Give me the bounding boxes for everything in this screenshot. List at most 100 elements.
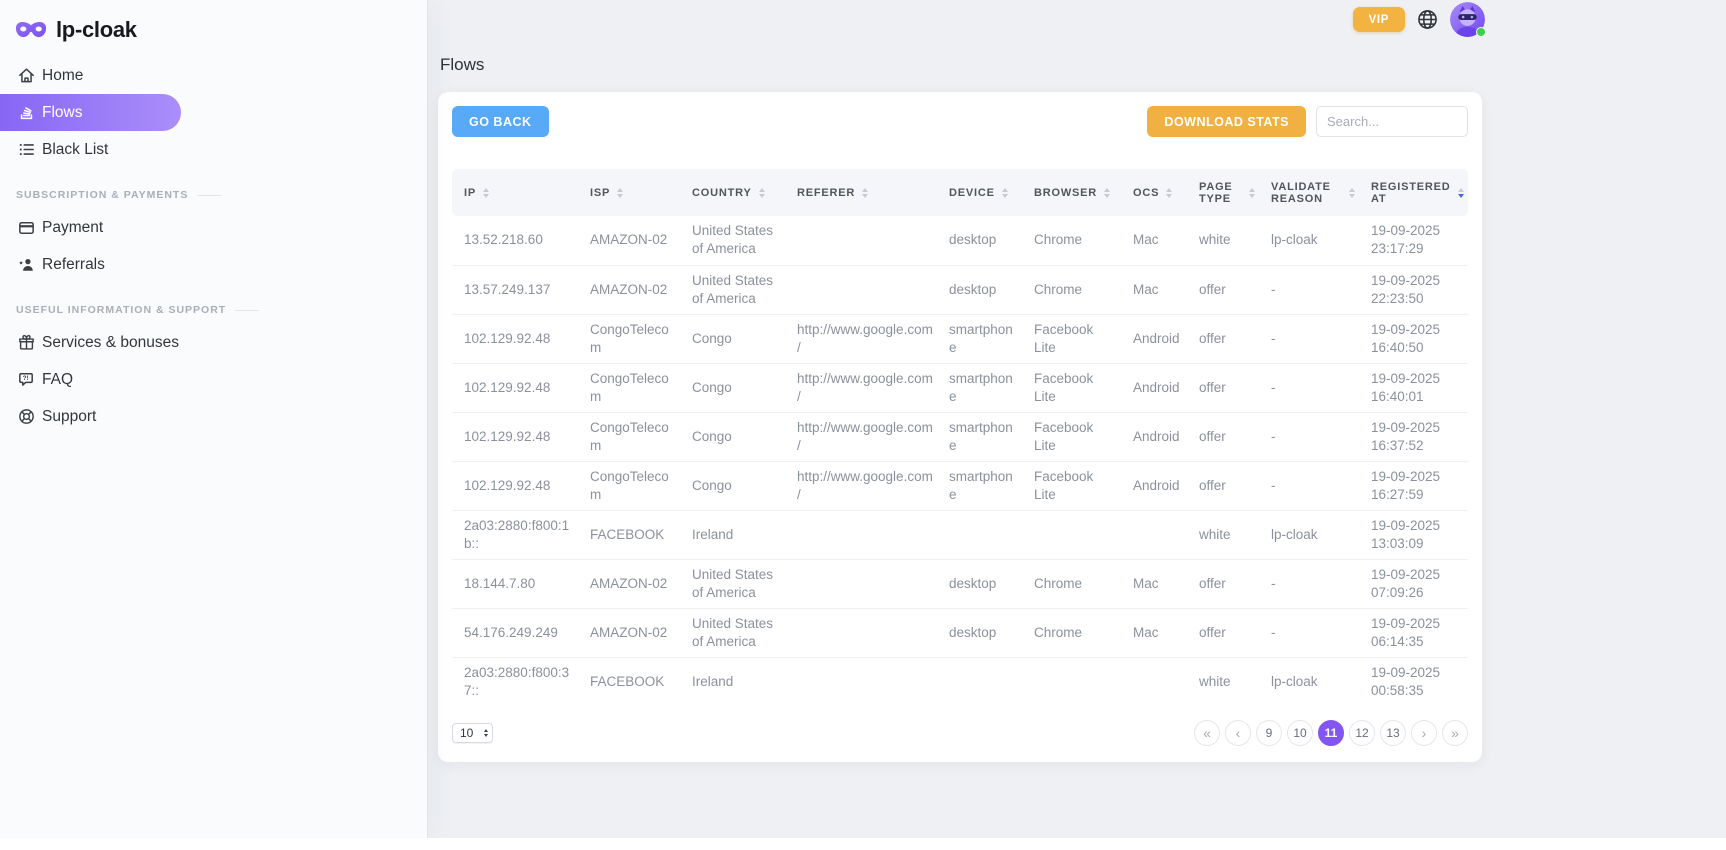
cell-isp: AMAZON-02 xyxy=(582,265,684,314)
cell-isp: CongoTelecom xyxy=(582,412,684,461)
cell-browser: Facebook Lite xyxy=(1026,412,1125,461)
cell-ocs: Android xyxy=(1125,461,1191,510)
black-list-icon xyxy=(17,140,36,159)
cell-validate-reason: - xyxy=(1263,461,1363,510)
sidebar-section: Home Flows Black List xyxy=(0,57,427,168)
vip-button[interactable]: VIP xyxy=(1353,7,1405,32)
cell-ip: 102.129.92.48 xyxy=(452,363,582,412)
cell-page-type: offer xyxy=(1191,608,1263,657)
go-back-button[interactable]: GO BACK xyxy=(452,106,549,137)
cell-ip: 2a03:2880:f800:1b:: xyxy=(452,510,582,559)
page-size-select[interactable]: 10 xyxy=(452,723,493,743)
sidebar-item-payment[interactable]: Payment xyxy=(0,209,181,246)
cell-registered-at: 19-09-2025 00:58:35 xyxy=(1363,657,1468,706)
cell-page-type: white xyxy=(1191,510,1263,559)
sort-icon xyxy=(759,188,765,198)
cell-device: desktop xyxy=(941,216,1026,265)
column-header-ip[interactable]: IP xyxy=(452,169,582,216)
sidebar-item-referrals[interactable]: Referrals xyxy=(0,246,181,283)
flows-table: IP ISP COUNTRY REFERERDEVICE BROWSER OCSPAGE … xyxy=(452,169,1468,706)
sidebar-item-services-bonuses[interactable]: Services & bonuses xyxy=(0,324,181,361)
pagination-page-9[interactable]: 9 xyxy=(1256,720,1282,746)
cell-isp: FACEBOOK xyxy=(582,510,684,559)
cell-country: Ireland xyxy=(684,510,789,559)
topbar: VIP xyxy=(1353,1,1485,38)
sidebar-section-label: USEFUL INFORMATION & SUPPORT xyxy=(16,300,411,320)
pagination-first-button[interactable]: « xyxy=(1194,720,1220,746)
cell-registered-at: 19-09-2025 16:40:50 xyxy=(1363,314,1468,363)
globe-language-icon[interactable] xyxy=(1416,8,1439,31)
sidebar: lp-cloak Home Flows Black List SUBSCRIPTION… xyxy=(0,0,427,838)
cell-page-type: offer xyxy=(1191,412,1263,461)
page-size-value: 10 xyxy=(460,726,473,740)
table-row: 2a03:2880:f800:37::FACEBOOKIrelandwhitel… xyxy=(452,657,1468,706)
cell-page-type: offer xyxy=(1191,314,1263,363)
cell-registered-at: 19-09-2025 16:37:52 xyxy=(1363,412,1468,461)
cell-country: Congo xyxy=(684,412,789,461)
table-row: 102.129.92.48CongoTelecomCongohttp://www… xyxy=(452,412,1468,461)
pagination-next-button[interactable]: › xyxy=(1411,720,1437,746)
cell-device: smartphone xyxy=(941,314,1026,363)
cell-ocs xyxy=(1125,510,1191,559)
cell-referer xyxy=(789,608,941,657)
column-header-registered-at[interactable]: REGISTERED AT xyxy=(1363,169,1468,216)
column-label: IP xyxy=(464,187,476,199)
cell-referer: http://www.google.com/ xyxy=(789,363,941,412)
sidebar-item-faq[interactable]: ?!FAQ xyxy=(0,361,181,398)
pagination-prev-button[interactable]: ‹ xyxy=(1225,720,1251,746)
cell-device: smartphone xyxy=(941,363,1026,412)
pagination-page-13[interactable]: 13 xyxy=(1380,720,1406,746)
column-header-page-type[interactable]: PAGE TYPE xyxy=(1191,169,1263,216)
sort-icon xyxy=(617,188,623,198)
column-header-device[interactable]: DEVICE xyxy=(941,169,1026,216)
cell-page-type: offer xyxy=(1191,461,1263,510)
sidebar-section: SUBSCRIPTION & PAYMENTS Payment Referrals xyxy=(0,185,427,283)
cell-ocs: Mac xyxy=(1125,608,1191,657)
cell-ocs: Android xyxy=(1125,412,1191,461)
sidebar-item-label: Flows xyxy=(42,104,82,122)
select-stepper-icon xyxy=(484,729,488,737)
table-row: 13.52.218.60AMAZON-02United States of Am… xyxy=(452,216,1468,265)
cell-registered-at: 19-09-2025 23:17:29 xyxy=(1363,216,1468,265)
sort-icon xyxy=(1249,188,1255,198)
table-row: 102.129.92.48CongoTelecomCongohttp://www… xyxy=(452,363,1468,412)
pagination-page-11[interactable]: 11 xyxy=(1318,720,1344,746)
app-logo[interactable]: lp-cloak xyxy=(0,0,427,47)
column-header-referer[interactable]: REFERER xyxy=(789,169,941,216)
cell-referer: http://www.google.com/ xyxy=(789,314,941,363)
cell-country: Ireland xyxy=(684,657,789,706)
cell-registered-at: 19-09-2025 06:14:35 xyxy=(1363,608,1468,657)
sidebar-section-label: SUBSCRIPTION & PAYMENTS xyxy=(16,185,411,205)
sidebar-item-flows[interactable]: Flows xyxy=(0,94,181,131)
column-header-browser[interactable]: BROWSER xyxy=(1026,169,1125,216)
table-row: 102.129.92.48CongoTelecomCongohttp://www… xyxy=(452,314,1468,363)
sidebar-item-label: Services & bonuses xyxy=(42,334,179,352)
cell-referer xyxy=(789,657,941,706)
column-label: COUNTRY xyxy=(692,187,752,199)
sidebar-item-support[interactable]: Support xyxy=(0,398,181,435)
pagination-last-button[interactable]: » xyxy=(1442,720,1468,746)
cell-isp: AMAZON-02 xyxy=(582,608,684,657)
cell-page-type: offer xyxy=(1191,363,1263,412)
cell-device: smartphone xyxy=(941,412,1026,461)
cell-browser: Facebook Lite xyxy=(1026,363,1125,412)
cell-validate-reason: - xyxy=(1263,559,1363,608)
pagination-page-12[interactable]: 12 xyxy=(1349,720,1375,746)
sidebar-item-label: Referrals xyxy=(42,256,105,274)
cell-country: Congo xyxy=(684,461,789,510)
cell-isp: CongoTelecom xyxy=(582,363,684,412)
user-avatar[interactable] xyxy=(1450,2,1485,37)
column-header-isp[interactable]: ISP xyxy=(582,169,684,216)
column-label: BROWSER xyxy=(1034,187,1097,199)
download-stats-button[interactable]: DOWNLOAD STATS xyxy=(1147,106,1306,137)
sidebar-item-home[interactable]: Home xyxy=(0,57,181,94)
search-input[interactable] xyxy=(1316,106,1468,137)
cell-page-type: white xyxy=(1191,216,1263,265)
column-header-country[interactable]: COUNTRY xyxy=(684,169,789,216)
column-header-ocs[interactable]: OCS xyxy=(1125,169,1191,216)
cell-ip: 13.57.249.137 xyxy=(452,265,582,314)
sidebar-item-black-list[interactable]: Black List xyxy=(0,131,181,168)
pagination-page-10[interactable]: 10 xyxy=(1287,720,1313,746)
cell-browser: Facebook Lite xyxy=(1026,314,1125,363)
column-header-validate-reason[interactable]: VALIDATE REASON xyxy=(1263,169,1363,216)
